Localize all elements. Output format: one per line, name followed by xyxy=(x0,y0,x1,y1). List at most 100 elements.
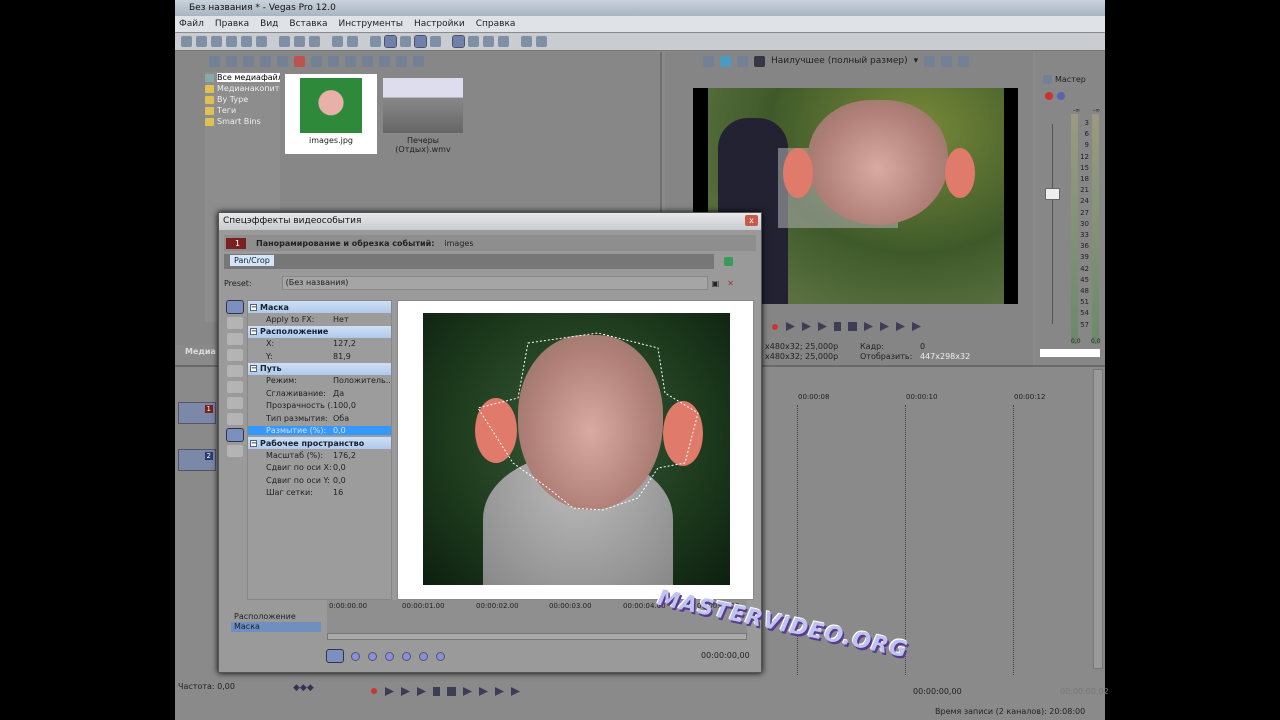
pause-icon[interactable] xyxy=(433,687,440,696)
tree-item-smart-bins[interactable]: Smart Bins xyxy=(205,116,280,127)
track-header-2[interactable]: 2 xyxy=(178,449,216,471)
menu-file[interactable]: Файл xyxy=(179,19,204,29)
master-icon[interactable] xyxy=(1043,75,1052,84)
pen-tool-icon[interactable] xyxy=(227,333,243,345)
zoom-icon[interactable] xyxy=(413,56,424,67)
next-frame-icon[interactable] xyxy=(912,322,921,331)
previous-frame-icon[interactable] xyxy=(495,687,504,696)
sync-cursor-icon[interactable] xyxy=(326,649,344,663)
whats-this-icon[interactable] xyxy=(536,36,547,47)
zoom-tool-icon[interactable] xyxy=(498,36,509,47)
zoom-tool-icon[interactable] xyxy=(227,413,243,425)
timeline-vertical-scrollbar[interactable] xyxy=(1093,369,1103,669)
tree-item-media-pool[interactable]: Медианакопители xyxy=(205,83,280,94)
undo-icon[interactable] xyxy=(332,36,343,47)
stop-icon[interactable] xyxy=(848,322,857,331)
selection-tool-icon[interactable] xyxy=(483,36,494,47)
snap-icon[interactable] xyxy=(370,36,381,47)
tree-item-all-media[interactable]: Все медиафайлы xyxy=(205,72,280,83)
web-icon[interactable] xyxy=(260,56,271,67)
stop-icon[interactable] xyxy=(362,56,373,67)
play-from-start-icon[interactable] xyxy=(802,322,811,331)
ellipse-tool-icon[interactable] xyxy=(227,397,243,409)
normal-edit-tool-icon[interactable] xyxy=(452,35,465,48)
mask-path[interactable] xyxy=(423,313,730,585)
loop-icon[interactable] xyxy=(385,687,394,696)
import-media-icon[interactable] xyxy=(209,56,220,67)
media-file[interactable]: Печеры (Отдых).wmv xyxy=(380,74,466,154)
media-file[interactable]: images.jpg xyxy=(285,74,377,154)
media-properties-icon[interactable] xyxy=(311,56,322,67)
ignore-grouping-icon[interactable] xyxy=(430,36,441,47)
tab-project-media[interactable]: Медиа xyxy=(185,347,216,356)
master-fx-icon[interactable] xyxy=(1045,92,1053,100)
plugin-chain-icon[interactable] xyxy=(724,257,733,266)
property-row[interactable]: Прозрачность (... 100,0 xyxy=(248,400,391,413)
remove-icon[interactable] xyxy=(294,56,305,67)
kf-track-position[interactable]: Расположение xyxy=(231,612,321,622)
split-point-icon[interactable] xyxy=(227,365,243,377)
save-icon[interactable] xyxy=(211,36,222,47)
save-preset-icon[interactable]: ▣ xyxy=(712,279,720,288)
stop-icon[interactable] xyxy=(447,687,456,696)
menu-view[interactable]: Вид xyxy=(260,19,278,29)
delete-keyframe-icon[interactable] xyxy=(436,651,445,661)
menu-insert[interactable]: Вставка xyxy=(289,19,327,29)
property-row-selected[interactable]: Размытие (%): 0,0 xyxy=(248,425,391,438)
next-keyframe-icon[interactable] xyxy=(385,651,394,661)
pause-icon[interactable] xyxy=(834,322,841,331)
volume-fader[interactable] xyxy=(1045,188,1060,200)
property-row[interactable]: Сдвиг по оси Y: 0,0 xyxy=(248,474,391,487)
keyframe-scrollbar[interactable] xyxy=(327,633,747,640)
copy-snapshot-icon[interactable] xyxy=(941,55,953,67)
auto-ripple-icon[interactable] xyxy=(384,35,397,48)
previous-keyframe-icon[interactable] xyxy=(368,651,377,661)
get-media-icon[interactable] xyxy=(243,56,254,67)
rate-slider[interactable]: ◆◆◆ xyxy=(293,683,314,693)
previous-frame-icon[interactable] xyxy=(896,322,905,331)
loop-icon[interactable] xyxy=(786,322,795,331)
menu-tools[interactable]: Инструменты xyxy=(339,19,403,29)
property-row[interactable]: Режим: Положитель... xyxy=(248,375,391,388)
play-from-start-icon[interactable] xyxy=(401,687,410,696)
save-snapshot-icon[interactable] xyxy=(958,55,970,67)
preset-dropdown[interactable]: (Без названия) xyxy=(281,276,708,290)
go-to-start-icon[interactable] xyxy=(463,687,472,696)
preview-properties-icon[interactable] xyxy=(703,55,714,67)
group-path[interactable]: − Путь xyxy=(248,362,391,375)
paste-icon[interactable] xyxy=(309,36,320,47)
fx-pan-crop[interactable]: Pan/Crop xyxy=(230,255,274,266)
redo-icon[interactable] xyxy=(347,36,358,47)
delete-preset-icon[interactable]: ✕ xyxy=(727,279,734,288)
menu-options[interactable]: Настройки xyxy=(414,19,465,29)
property-row[interactable]: Масштаб (%): 176,2 xyxy=(248,449,391,462)
add-point-icon[interactable] xyxy=(227,349,243,361)
last-keyframe-icon[interactable] xyxy=(402,651,411,661)
play-icon[interactable] xyxy=(417,687,426,696)
envelope-tool-icon[interactable] xyxy=(468,36,479,47)
mixer-scrollbar[interactable] xyxy=(1039,348,1101,358)
overlays-icon[interactable] xyxy=(924,55,936,67)
crossfade-icon[interactable] xyxy=(400,36,411,47)
search-media-icon[interactable] xyxy=(277,56,288,67)
go-to-end-icon[interactable] xyxy=(479,687,488,696)
properties-icon[interactable] xyxy=(256,36,267,47)
menu-edit[interactable]: Правка xyxy=(215,19,249,29)
add-keyframe-icon[interactable] xyxy=(419,651,428,661)
group-workspace[interactable]: − Рабочее пространство xyxy=(248,437,391,449)
media-fx-icon[interactable] xyxy=(328,56,339,67)
auto-preview-icon[interactable] xyxy=(379,56,390,67)
property-row[interactable]: Сдвиг по оси X: 0,0 xyxy=(248,462,391,475)
normal-tool-icon[interactable] xyxy=(226,300,244,314)
chevron-down-icon[interactable]: ▾ xyxy=(914,56,919,66)
new-icon[interactable] xyxy=(181,36,192,47)
rectangle-tool-icon[interactable] xyxy=(227,381,243,393)
external-monitor-icon[interactable] xyxy=(720,55,731,67)
first-keyframe-icon[interactable] xyxy=(351,651,360,661)
property-row[interactable]: Шаг сетки: 16 xyxy=(248,487,391,500)
fx-icon[interactable] xyxy=(737,55,748,67)
lock-envelopes-icon[interactable] xyxy=(414,35,427,48)
play-icon[interactable] xyxy=(345,56,356,67)
go-to-end-icon[interactable] xyxy=(880,322,889,331)
group-mask[interactable]: − Маска xyxy=(248,301,391,313)
